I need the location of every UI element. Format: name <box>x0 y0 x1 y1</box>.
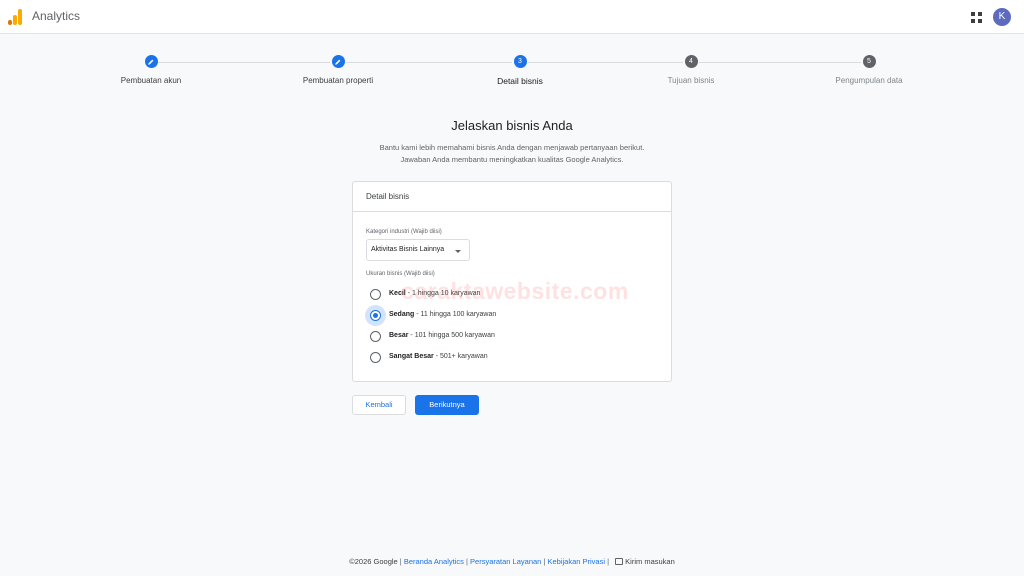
logo-bar-medium <box>13 15 17 25</box>
footer: ©2026 Google | Beranda Analytics | Persy… <box>0 557 1024 566</box>
option-detail: - 101 hingga 500 karyawan <box>408 332 495 339</box>
grid-apps-icon[interactable] <box>971 12 982 23</box>
subtitle-line-1: Bantu kami lebih memahami bisnis Anda de… <box>379 143 645 152</box>
option-name: Besar <box>389 332 409 339</box>
logo-bar-tall <box>18 9 22 25</box>
step-account-creation[interactable]: Pembuatan akun <box>61 54 241 85</box>
card-title: Detail bisnis <box>366 192 410 201</box>
app-title[interactable]: Analytics <box>32 9 80 23</box>
footer-link-terms[interactable]: Persyaratan Layanan <box>470 557 541 566</box>
step-business-goals: 4 Tujuan bisnis <box>601 54 781 85</box>
footer-separator: | <box>465 557 468 566</box>
radio-button[interactable] <box>370 352 381 363</box>
step-number-badge: 4 <box>684 55 698 68</box>
step-label: Pengumpulan data <box>835 76 903 85</box>
radio-option-very-large[interactable]: Sangat Besar - 501+ karyawan <box>370 351 660 365</box>
footer-separator: | <box>399 557 402 566</box>
option-name: Sangat Besar <box>389 353 434 360</box>
page-title: Jelaskan bisnis Anda <box>451 118 573 133</box>
radio-option-large[interactable]: Besar - 101 hingga 500 karyawan <box>370 330 660 344</box>
option-name: Kecil <box>389 290 406 297</box>
radio-option-medium[interactable]: Sedang - 11 hingga 100 karyawan <box>365 305 660 326</box>
option-name: Sedang <box>389 311 415 318</box>
send-feedback-link[interactable]: Kirim masukan <box>625 557 675 566</box>
back-button[interactable]: Kembali <box>352 395 406 415</box>
radio-button[interactable] <box>370 331 381 342</box>
step-label: Tujuan bisnis <box>667 76 715 85</box>
industry-category-dropdown[interactable]: Aktivitas Bisnis Lainnya <box>366 239 470 261</box>
radio-button[interactable] <box>370 310 381 321</box>
industry-category-value: Aktivitas Bisnis Lainnya <box>371 246 445 253</box>
setup-stepper: Pembuatan akun Pembuatan properti 3 Deta… <box>0 54 1024 94</box>
industry-category-label: Kategori industri (Wajib diisi) <box>366 229 442 235</box>
next-button[interactable]: Berikutnya <box>415 395 479 415</box>
analytics-logo-icon[interactable] <box>8 9 22 25</box>
step-data-collection: 5 Pengumpulan data <box>779 54 959 85</box>
footer-link-analytics-home[interactable]: Beranda Analytics <box>404 557 464 566</box>
logo-bar-short <box>8 20 12 25</box>
radio-button[interactable] <box>370 289 381 300</box>
step-number-badge: 5 <box>862 55 876 68</box>
card-header: Detail bisnis <box>353 182 671 212</box>
page-subtitle: Bantu kami lebih memahami bisnis Anda de… <box>0 142 1024 166</box>
copyright-text: ©2026 Google <box>349 557 398 566</box>
step-property-creation[interactable]: Pembuatan properti <box>248 54 428 85</box>
option-detail: - 501+ karyawan <box>433 353 488 360</box>
step-label: Pembuatan properti <box>302 76 374 85</box>
avatar[interactable]: K <box>993 8 1011 26</box>
business-size-label: Ukuran bisnis (Wajib diisi) <box>366 271 435 277</box>
step-label: Detail bisnis <box>497 76 543 86</box>
step-business-details: 3 Detail bisnis <box>430 54 610 86</box>
business-details-card: Detail bisnis Kategori industri (Wajib d… <box>352 181 672 382</box>
pencil-icon <box>331 55 345 68</box>
footer-separator: | <box>543 557 546 566</box>
footer-separator: | <box>607 557 610 566</box>
subtitle-line-2: Jawaban Anda membantu meningkatkan kuali… <box>400 155 624 164</box>
option-detail: - 11 hingga 100 karyawan <box>414 311 497 318</box>
radio-option-small[interactable]: Kecil - 1 hingga 10 karyawan <box>370 288 660 302</box>
option-detail: - 1 hingga 10 karyawan <box>405 290 481 297</box>
step-number-badge: 3 <box>513 55 527 68</box>
top-bar: Analytics K <box>0 0 1024 34</box>
step-label: Pembuatan akun <box>120 76 182 85</box>
chevron-down-icon <box>455 250 461 253</box>
feedback-icon[interactable] <box>615 558 624 565</box>
pencil-icon <box>144 55 158 68</box>
footer-link-privacy[interactable]: Kebijakan Privasi <box>547 557 605 566</box>
